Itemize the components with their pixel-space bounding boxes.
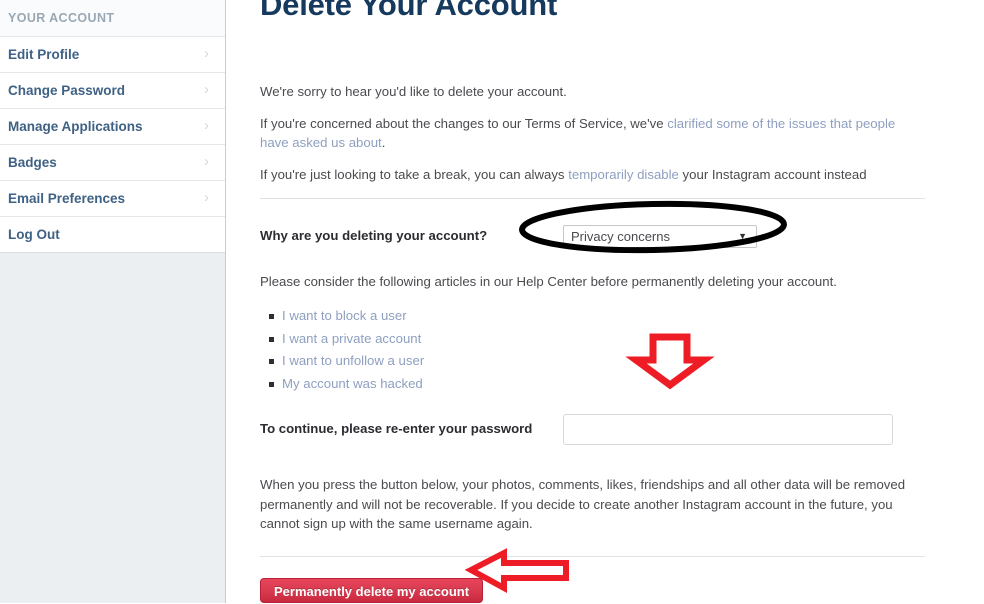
deletion-warning-text: When you press the button below, your ph… <box>260 477 906 531</box>
intro-line-3-prefix: If you're just looking to take a break, … <box>260 167 569 182</box>
main-content: Delete Your Account We're sorry to hear … <box>226 0 984 603</box>
sidebar-header: YOUR ACCOUNT <box>0 0 225 37</box>
chevron-right-icon: › <box>204 117 209 134</box>
help-articles-list: I want to block a user I want a private … <box>260 305 925 395</box>
temporarily-disable-link[interactable]: temporarily disable <box>568 167 679 182</box>
intro-line-2-prefix: If you're concerned about the changes to… <box>260 116 668 131</box>
chevron-right-icon: › <box>204 153 209 170</box>
sidebar-item-label: Edit Profile <box>8 47 80 62</box>
divider-bottom <box>260 555 925 557</box>
sidebar-item-label: Change Password <box>8 83 126 98</box>
chevron-down-icon: ▼ <box>738 231 747 241</box>
content-body: We're sorry to hear you'd like to delete… <box>260 82 925 603</box>
sidebar-item-badges[interactable]: Badges › <box>0 145 225 181</box>
sidebar-item-label: Email Preferences <box>8 191 126 206</box>
chevron-right-icon: › <box>204 45 209 62</box>
article-link: I want a private account <box>282 330 422 346</box>
intro-line-2: If you're concerned about the changes to… <box>260 114 925 152</box>
article-link: I want to block a user <box>282 308 407 323</box>
list-item[interactable]: I want a private account <box>269 328 925 351</box>
page-title: Delete Your Account <box>260 0 558 22</box>
intro-line-3-suffix: your Instagram account instead <box>678 167 867 182</box>
reason-label: Why are you deleting your account? <box>260 228 488 243</box>
sidebar: YOUR ACCOUNT Edit Profile › Change Passw… <box>0 0 226 603</box>
sidebar-item-change-password[interactable]: Change Password › <box>0 73 225 109</box>
article-link: I want to unfollow a user <box>282 353 425 368</box>
list-item[interactable]: I want to unfollow a user <box>269 350 925 373</box>
delete-reason-selected-value: Privacy concerns <box>571 229 670 244</box>
delete-reason-select[interactable]: Privacy concerns ▼ <box>563 225 757 248</box>
permanently-delete-account-button[interactable]: Permanently delete my account <box>260 577 484 603</box>
help-center-text: Please consider the following articles i… <box>260 274 837 289</box>
sidebar-menu: YOUR ACCOUNT Edit Profile › Change Passw… <box>0 0 225 253</box>
list-item[interactable]: My account was hacked <box>269 373 925 396</box>
sidebar-item-label: Badges <box>8 155 57 170</box>
sidebar-item-label: Log Out <box>8 227 60 242</box>
reason-row: Why are you deleting your account? Priva… <box>260 222 925 252</box>
sidebar-item-label: Manage Applications <box>8 119 143 134</box>
password-row: To continue, please re-enter your passwo… <box>260 414 925 446</box>
list-item[interactable]: I want to block a user <box>269 305 925 328</box>
intro-line-2-suffix: . <box>381 135 386 150</box>
divider-top <box>260 198 925 199</box>
password-label: To continue, please re-enter your passwo… <box>260 421 533 436</box>
chevron-right-icon: › <box>204 189 209 206</box>
sidebar-item-email-preferences[interactable]: Email Preferences › <box>0 181 225 217</box>
intro-line-1: We're sorry to hear you'd like to delete… <box>260 84 567 99</box>
sidebar-item-edit-profile[interactable]: Edit Profile › <box>0 37 225 73</box>
password-input[interactable] <box>563 414 893 445</box>
chevron-right-icon: › <box>204 81 209 98</box>
article-link: My account was hacked <box>282 375 423 391</box>
intro-line-3: If you're just looking to take a break, … <box>260 165 925 184</box>
sidebar-item-log-out[interactable]: Log Out <box>0 217 225 253</box>
sidebar-item-manage-applications[interactable]: Manage Applications › <box>0 109 225 145</box>
